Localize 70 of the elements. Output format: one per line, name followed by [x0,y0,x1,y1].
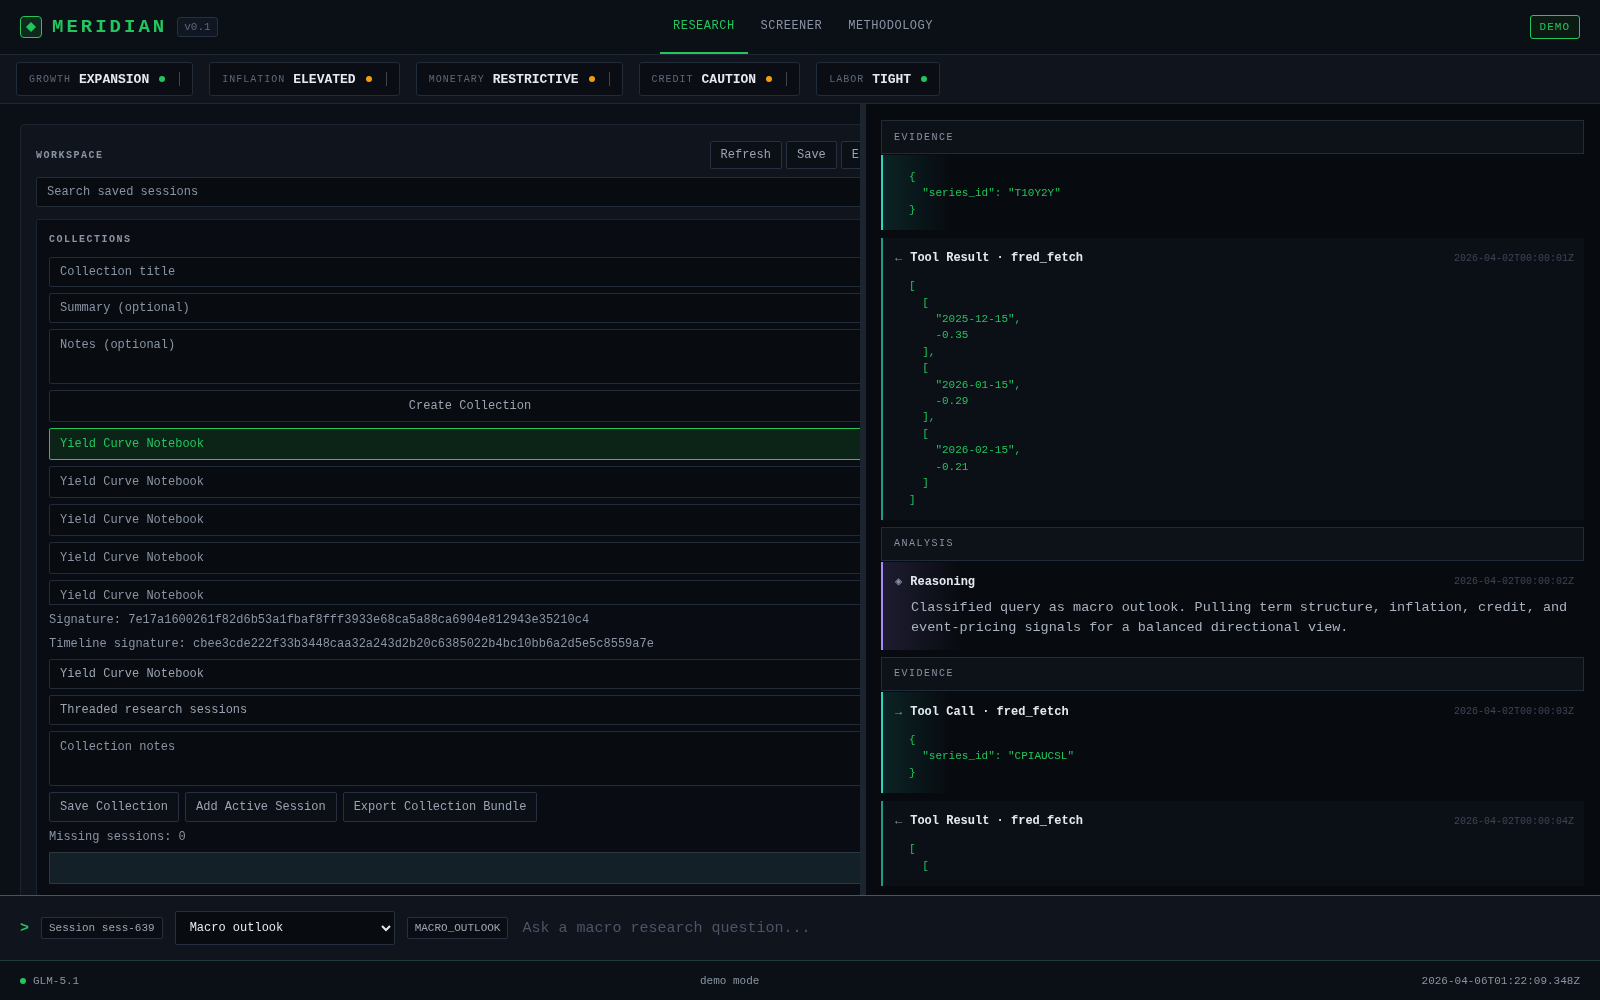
regime-label: LABOR [829,73,865,85]
timestamp-text: 2026-04-06T01:22:09.348Z [1421,974,1580,987]
entry-timestamp: 2026-04-02T00:00:04Z [1453,815,1574,827]
regime-value: EXPANSION [79,71,150,87]
create-collection-button[interactable]: Create Collection [49,390,860,422]
missing-sessions-text: Missing sessions: 0 [49,829,187,846]
prompt-glyph: > [20,919,29,937]
workspace-title: WORKSPACE [36,149,104,161]
reasoning-text: Classified query as macro outlook. Pulling term structure, inflation, credit, and event-pricing signals for a balanced directional view. [911,598,1569,637]
section-header: EVIDENCE [881,120,1584,154]
toolbar-button[interactable]: Refresh [709,141,782,169]
toolbar-button[interactable]: E [840,141,860,169]
entry-arrow: ← [895,251,903,266]
status-dot [20,977,26,984]
regime-label: INFLATION [222,73,286,85]
section-header: ANALYSIS [881,526,1584,561]
entry-title: Reasoning [910,574,976,589]
entry-timestamp: 2026-04-02T00:00:01Z [1453,252,1574,264]
question-input[interactable]: Ask a macro research question... [520,918,1580,938]
entry-title: Tool Result · fred_fetch [910,814,1084,829]
entry-timestamp: 2026-04-02T00:00:03Z [1453,706,1574,718]
collection-name-field[interactable]: Yield Curve Notebook [49,659,860,689]
collections-title: COLLECTIONS [49,234,133,245]
entry-title: Tool Call · fred_fetch [910,704,1069,719]
nav-tab[interactable]: SCREENER [747,0,836,54]
model-name: GLM-5.1 [33,974,80,987]
search-field[interactable]: Search saved sessions [36,177,860,207]
collection-item[interactable]: Yield Curve Notebook [49,580,860,604]
collection-action-button[interactable]: Save Collection [49,792,180,822]
json-code: { "series_id": "T10Y2Y" } [909,170,1062,218]
notes-field[interactable]: Notes (optional) [49,329,860,384]
title-field[interactable]: Collection title [49,257,860,287]
entry-arrow: → [895,704,903,719]
regime-value: TIGHT [872,71,912,87]
regime-value: CAUTION [701,71,757,87]
section-header: EVIDENCE [881,656,1584,691]
collection-notes-field[interactable]: Collection notes [49,731,860,786]
mode-tag: MACRO_OUTLOOK [406,917,509,939]
diamond-logo-icon [20,16,42,38]
regime-label: MONETARY [428,73,485,85]
toolbar-button[interactable]: Save [786,141,837,169]
entry-title: Tool Result · fred_fetch [910,251,1084,266]
json-code: [ [ "2025-12-15", -0.35 ], [ "2026-01-15", -0.29 ], [ "2026-02-15", -0.21 ] ] [909,279,1023,508]
timeline-signature-text: Timeline signature: cbee3cde222f33b3448caa32a243d2b20c6385022b4bc10bb6a2d5e5c8559a7e [49,636,655,653]
brand-name: MERIDIAN [52,16,168,38]
collection-item[interactable]: Yield Curve Notebook [49,504,860,536]
entry-arrow: ◈ [895,574,903,590]
summary-field[interactable]: Summary (optional) [49,293,860,323]
collection-item[interactable]: Yield Curve Notebook [49,428,860,460]
regime-value: ELEVATED [293,71,356,87]
collection-action-button[interactable]: Add Active Session [185,792,337,822]
entry-arrow: ← [895,814,903,829]
json-code: [ [ [909,842,930,874]
collection-summary-field[interactable]: Threaded research sessions [49,695,860,725]
regime-label: CREDIT [651,73,694,85]
nav-tab[interactable]: METHODOLOGY [835,0,946,54]
demo-badge[interactable]: DEMO [1529,15,1580,39]
collection-action-button[interactable]: Export Collection Bundle [342,792,538,822]
session-badge: Session sess-639 [41,917,163,939]
entry-timestamp: 2026-04-02T00:00:02Z [1453,576,1574,588]
signature-text: Signature: 7e17a1600261f82d6b53a1fbaf8fff3933e68ca5a88ca6904e812943e35210c4 [49,612,591,629]
regime-value: RESTRICTIVE [492,71,579,87]
collection-item[interactable]: Yield Curve Notebook [49,542,860,574]
split-handle[interactable] [860,104,866,895]
mode-text: demo mode [700,974,760,987]
version-badge: v0.1 [177,17,218,37]
collection-item[interactable]: Yield Curve Notebook [49,466,860,498]
json-code: { "series_id": "CPIAUCSL" } [909,732,1076,781]
regime-label: GROWTH [29,73,71,85]
mode-select[interactable]: Macro outlook [174,911,395,945]
